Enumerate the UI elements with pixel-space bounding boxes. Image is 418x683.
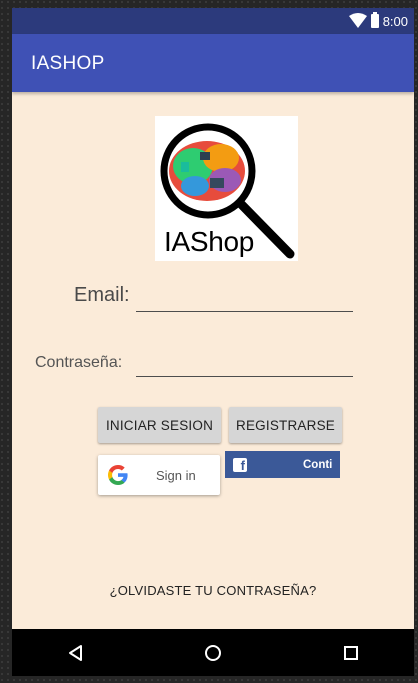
logo-text: IAShop [164, 226, 255, 257]
register-button[interactable]: REGISTRARSE [229, 407, 342, 443]
home-icon[interactable] [201, 641, 225, 665]
app-bar: IASHOP [12, 34, 414, 92]
google-sign-in-button[interactable]: Sign in [98, 455, 220, 495]
app-screen: 8:00 IASHOP IAShop Email: Contraseña: IN… [12, 8, 414, 676]
app-title: IASHOP [31, 53, 105, 74]
password-label: Contraseña: [35, 354, 123, 371]
recents-icon[interactable] [339, 641, 363, 665]
login-button[interactable]: INICIAR SESION [98, 407, 221, 443]
battery-icon [370, 12, 379, 28]
google-icon [108, 465, 128, 485]
wifi-icon [348, 13, 367, 28]
back-icon[interactable] [64, 641, 88, 665]
facebook-login-label: Conti [303, 458, 333, 471]
google-sign-in-label: Sign in [156, 467, 196, 483]
navigation-bar [12, 629, 414, 676]
forgot-password-link[interactable]: ¿OLVIDASTE TU CONTRASEÑA? [12, 583, 414, 598]
email-label: Email: [74, 284, 130, 306]
status-time: 8:00 [382, 13, 408, 29]
status-bar: 8:00 [12, 8, 414, 34]
facebook-login-button[interactable]: f Conti [225, 451, 340, 478]
facebook-icon: f [233, 457, 247, 473]
app-logo: IAShop [155, 116, 298, 261]
password-field[interactable] [136, 356, 353, 377]
email-field[interactable] [136, 291, 353, 312]
status-icons: 8:00 [348, 12, 408, 30]
